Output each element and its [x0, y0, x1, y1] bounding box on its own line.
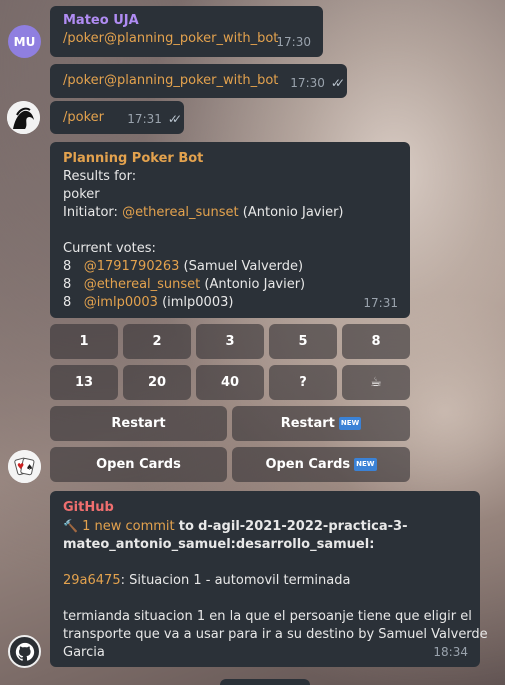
- initiator-name: (Antonio Javier): [242, 205, 344, 220]
- commit-count-link[interactable]: 1 new commit: [82, 519, 175, 534]
- vote-button-40[interactable]: 40: [196, 365, 264, 400]
- vote-row: 8 @1791790263 (Samuel Valverde): [63, 258, 397, 276]
- avatar-mateo[interactable]: MU: [8, 25, 41, 58]
- open-cards-new-label: Open Cards: [265, 457, 351, 472]
- vote-value: 8: [63, 259, 72, 274]
- commit-body-line: transporte que va a usar para ir a su de…: [63, 627, 488, 642]
- current-votes-label: Current votes:: [63, 241, 156, 256]
- vote-handle[interactable]: @ethereal_sunset: [84, 277, 201, 292]
- double-check-icon: ✓✓: [167, 112, 182, 126]
- message-bubble-3[interactable]: /poker 17:31 ✓✓: [50, 101, 184, 134]
- message-time: 17:30: [276, 35, 311, 49]
- hammer-icon: 🔨: [63, 519, 78, 533]
- repo-name-line2: mateo_antonio_samuel:desarrollo_samuel:: [63, 537, 375, 552]
- avatar-github[interactable]: [8, 635, 41, 668]
- poll-topic: poker: [63, 187, 100, 202]
- restart-new-button[interactable]: Restart NEW: [232, 406, 410, 441]
- vote-name: (imlp0003): [162, 295, 234, 310]
- vote-button-3[interactable]: 3: [196, 324, 264, 359]
- github-message-bubble[interactable]: GitHub 🔨 1 new commit to d-agil-2021-202…: [50, 491, 488, 667]
- vote-handle[interactable]: @imlp0003: [84, 295, 158, 310]
- message-sender[interactable]: Mateo UJA: [63, 12, 310, 30]
- message-bubble-1[interactable]: Mateo UJA /poker@planning_poker_with_bot…: [50, 6, 323, 57]
- open-cards-new-button[interactable]: Open Cards NEW: [232, 447, 410, 482]
- commit-line: 29a6475: Situacion 1 - automovil termina…: [63, 572, 467, 590]
- vote-button-5[interactable]: 5: [269, 324, 337, 359]
- message-time-wrap: 17:30 ✓✓: [290, 74, 345, 92]
- avatar-bot[interactable]: ♥ ♠: [8, 450, 41, 483]
- commit-body-line: Garcia: [63, 645, 105, 660]
- vote-button-8[interactable]: 8: [342, 324, 410, 359]
- vote-button-13[interactable]: 13: [50, 365, 118, 400]
- vote-row: 8 @imlp0003 (imlp0003): [63, 294, 397, 312]
- double-check-icon: ✓✓: [330, 76, 345, 90]
- message-time: 18:34: [433, 645, 468, 659]
- message-time: 17:30: [290, 76, 325, 90]
- commit-body-line: termianda situacion 1 en la que el perso…: [63, 609, 472, 624]
- message-time-wrap: 17:31 ✓✓: [127, 110, 182, 128]
- vote-row: 8 @ethereal_sunset (Antonio Javier): [63, 276, 397, 294]
- vote-button-coffee[interactable]: ☕: [342, 365, 410, 400]
- playing-cards-icon: ♥ ♠: [8, 450, 41, 483]
- message-sender[interactable]: Planning Poker Bot: [63, 150, 397, 168]
- restart-button[interactable]: Restart: [50, 406, 227, 441]
- avatar-user[interactable]: [7, 101, 40, 134]
- vote-name: (Antonio Javier): [204, 277, 306, 292]
- message-bubble-2[interactable]: /poker@planning_poker_with_bot 17:30 ✓✓: [50, 64, 347, 98]
- repo-branch-line: mateo_antonio_samuel:desarrollo_samuel:: [63, 536, 467, 554]
- restart-new-label: Restart: [280, 416, 335, 431]
- commit-to-label: to: [178, 519, 194, 534]
- vote-button-1[interactable]: 1: [50, 324, 118, 359]
- initiator-line: Initiator: @ethereal_sunset (Antonio Jav…: [63, 204, 397, 222]
- scroll-down-indicator[interactable]: [220, 679, 310, 685]
- initiator-handle[interactable]: @ethereal_sunset: [122, 205, 239, 220]
- new-badge-icon: NEW: [338, 417, 362, 430]
- vote-button-question[interactable]: ?: [269, 365, 337, 400]
- svg-text:♠: ♠: [26, 463, 33, 472]
- message-time: 17:31: [363, 296, 398, 310]
- vote-handle[interactable]: @1791790263: [84, 259, 180, 274]
- github-octocat-icon: [15, 642, 34, 661]
- results-for-label: Results for:: [63, 169, 137, 184]
- message-sender[interactable]: GitHub: [63, 499, 467, 517]
- vote-button-20[interactable]: 20: [123, 365, 191, 400]
- vote-name: (Samuel Valverde): [183, 259, 304, 274]
- avatar-initials: MU: [13, 34, 36, 49]
- message-time: 17:31: [127, 112, 162, 126]
- vote-value: 8: [63, 295, 72, 310]
- repo-name-line1: d-agil-2021-2022-practica-3-: [198, 519, 408, 534]
- svg-text:♥: ♥: [17, 462, 24, 471]
- bot-message-bubble[interactable]: Planning Poker Bot Results for: poker In…: [50, 142, 410, 318]
- commit-summary-line: 🔨 1 new commit to d-agil-2021-2022-pract…: [63, 517, 467, 536]
- vote-button-2[interactable]: 2: [123, 324, 191, 359]
- message-command[interactable]: /poker@planning_poker_with_bot: [63, 30, 310, 48]
- initiator-label: Initiator:: [63, 205, 118, 220]
- commit-hash-link[interactable]: 29a6475: [63, 573, 121, 588]
- user-sketch-icon: [7, 101, 40, 134]
- commit-title: : Situacion 1 - automovil terminada: [120, 573, 351, 588]
- open-cards-button[interactable]: Open Cards: [50, 447, 227, 482]
- new-badge-icon: NEW: [354, 458, 377, 471]
- vote-value: 8: [63, 277, 72, 292]
